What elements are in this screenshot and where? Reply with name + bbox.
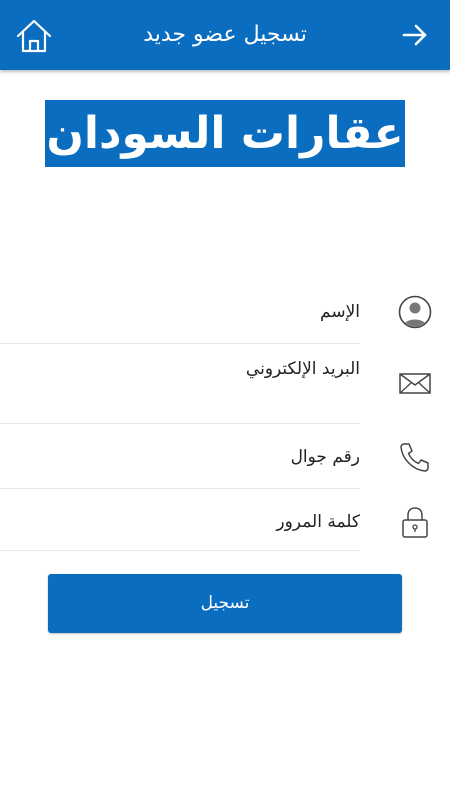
phone-label: رقم جوال	[290, 447, 360, 467]
name-field-row[interactable]: الإسم	[0, 283, 450, 344]
name-label: الإسم	[320, 302, 360, 322]
password-field-row[interactable]: كلمة المرور	[0, 489, 450, 551]
envelope-icon	[399, 373, 431, 394]
email-label: البريد الإلكتروني	[245, 359, 360, 379]
phone-field-row[interactable]: رقم جوال	[0, 424, 450, 489]
name-field[interactable]	[0, 283, 360, 344]
arrow-right-icon	[402, 24, 427, 46]
back-button[interactable]	[400, 20, 430, 50]
page-title: تسجيل عضو جديد	[143, 22, 307, 47]
password-label: كلمة المرور	[276, 512, 360, 532]
app-bar: تسجيل عضو جديد	[0, 0, 450, 70]
home-button[interactable]	[14, 17, 54, 55]
brand-logo: عقارات السودان	[45, 100, 405, 167]
register-screen: تسجيل عضو جديد عقارات السودان الإسم البر…	[0, 0, 450, 800]
home-icon	[16, 19, 52, 53]
padlock-icon	[402, 507, 428, 538]
email-field-row[interactable]: البريد الإلكتروني	[0, 344, 450, 424]
person-avatar-icon	[398, 295, 432, 329]
phone-icon	[400, 443, 429, 472]
register-button[interactable]: تسجيل	[48, 574, 402, 633]
